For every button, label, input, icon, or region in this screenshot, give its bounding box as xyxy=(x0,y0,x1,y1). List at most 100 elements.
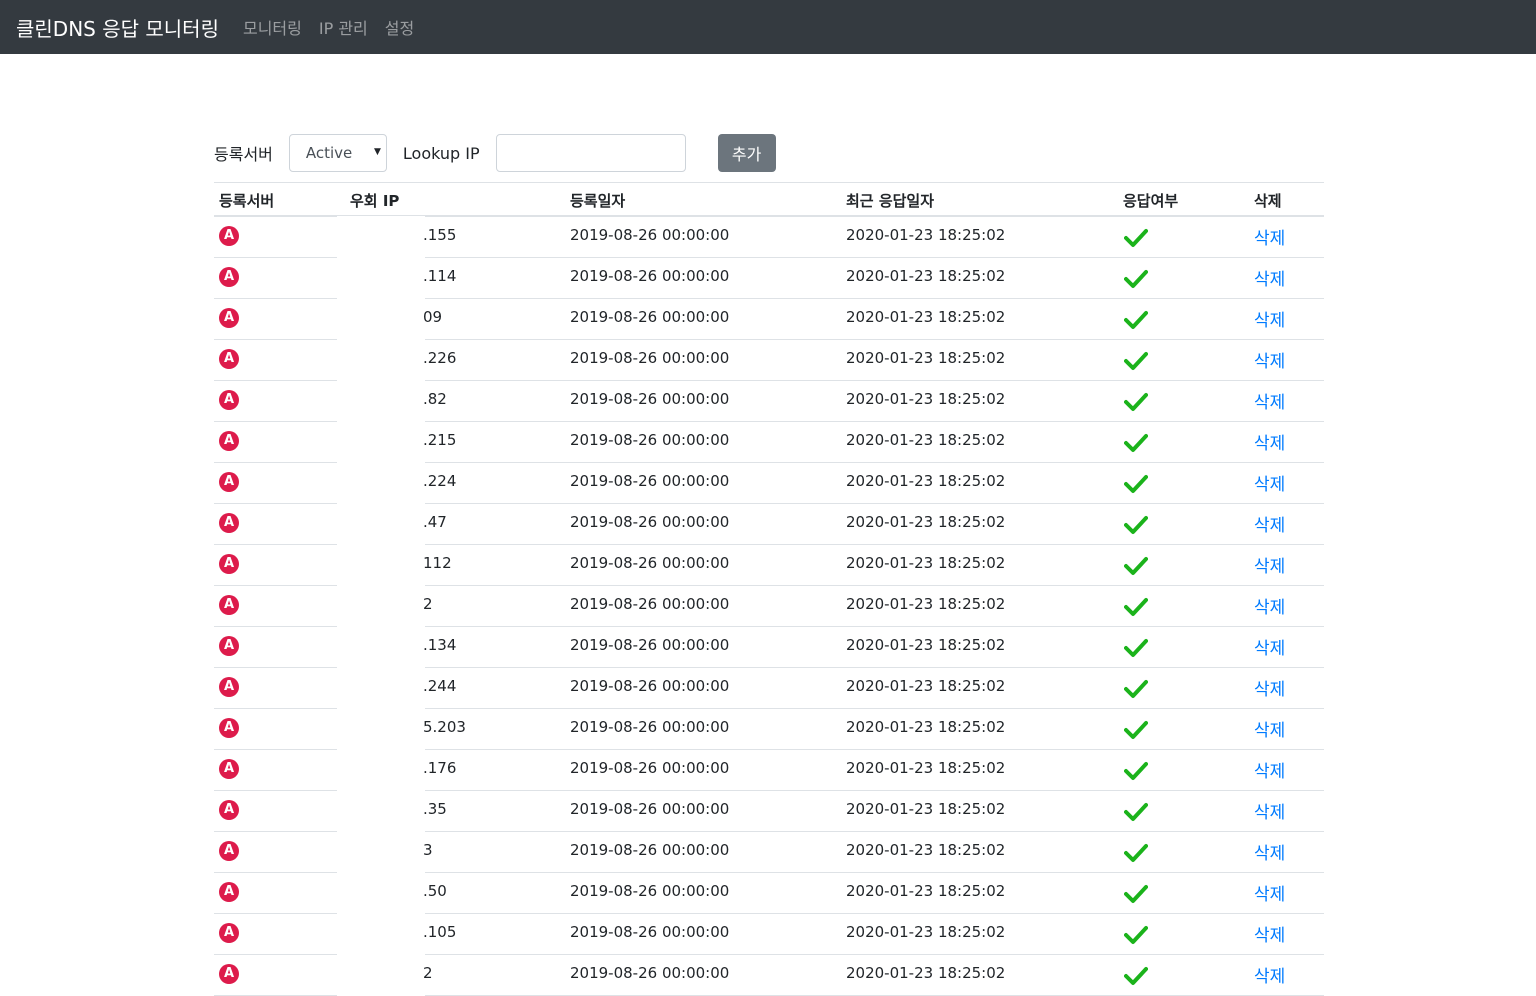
app-brand[interactable]: 클린DNS 응답 모니터링 xyxy=(16,13,219,42)
add-ip-form: 등록서버 Active ▼ Lookup IP 추가 xyxy=(214,134,776,172)
last-response-date-cell: 2020-01-23 18:25:02 xyxy=(846,267,1006,285)
server-badge-icon: A xyxy=(219,226,239,246)
check-icon xyxy=(1124,762,1148,780)
last-response-date-cell: 2020-01-23 18:25:02 xyxy=(846,636,1006,654)
redaction-mask xyxy=(337,380,425,422)
server-select[interactable]: Active ▼ xyxy=(288,134,387,172)
top-navbar: 클린DNS 응답 모니터링 모니터링 IP 관리 설정 xyxy=(0,0,1536,54)
last-response-date-cell: 2020-01-23 18:25:02 xyxy=(846,964,1006,982)
table-row: A .47 2019-08-26 00:00:00 2020-01-23 18:25:… xyxy=(214,503,1324,545)
nav-link-monitoring[interactable]: 모니터링 xyxy=(243,15,302,39)
redaction-mask xyxy=(337,872,425,914)
server-badge-icon: A xyxy=(219,718,239,738)
registered-date-cell: 2019-08-26 00:00:00 xyxy=(570,841,730,859)
last-response-date-cell: 2020-01-23 18:25:02 xyxy=(846,759,1006,777)
registered-date-cell: 2019-08-26 00:00:00 xyxy=(570,513,730,531)
table-row: A .224 2019-08-26 00:00:00 2020-01-23 18:25… xyxy=(214,462,1324,504)
bypass-ip-cell: .176 xyxy=(423,759,457,777)
bypass-ip-cell: 112 xyxy=(423,554,452,572)
bypass-ip-cell: .155 xyxy=(423,226,457,244)
check-icon xyxy=(1124,844,1148,862)
delete-link[interactable]: 삭제 xyxy=(1254,757,1285,782)
bypass-ip-cell: 2 xyxy=(423,964,433,982)
redaction-mask xyxy=(337,913,425,955)
delete-link[interactable]: 삭제 xyxy=(1254,634,1285,659)
bypass-ip-cell: .134 xyxy=(423,636,457,654)
table-row: A .35 2019-08-26 00:00:00 2020-01-23 18:25:… xyxy=(214,790,1324,832)
delete-link[interactable]: 삭제 xyxy=(1254,921,1285,946)
redaction-mask xyxy=(337,298,425,340)
registered-date-cell: 2019-08-26 00:00:00 xyxy=(570,923,730,941)
server-badge-icon: A xyxy=(219,759,239,779)
table-row: A 5.203 2019-08-26 00:00:00 2020-01-23 18:2… xyxy=(214,708,1324,750)
server-badge-icon: A xyxy=(219,513,239,533)
table-body: A .155 2019-08-26 00:00:00 2020-01-23 18:25… xyxy=(214,216,1324,996)
check-icon xyxy=(1124,639,1148,657)
registered-date-cell: 2019-08-26 00:00:00 xyxy=(570,554,730,572)
server-badge-icon: A xyxy=(219,923,239,943)
table-row: A 3 2019-08-26 00:00:00 2020-01-23 18:25:02… xyxy=(214,831,1324,873)
last-response-date-cell: 2020-01-23 18:25:02 xyxy=(846,513,1006,531)
check-icon xyxy=(1124,680,1148,698)
nav-link-ip-management[interactable]: IP 관리 xyxy=(319,15,368,39)
table-row: A .244 2019-08-26 00:00:00 2020-01-23 18:25… xyxy=(214,667,1324,709)
add-button[interactable]: 추가 xyxy=(717,134,776,172)
bypass-ip-cell: 5.203 xyxy=(423,718,466,736)
check-icon xyxy=(1124,311,1148,329)
check-icon xyxy=(1124,598,1148,616)
last-response-date-cell: 2020-01-23 18:25:02 xyxy=(846,677,1006,695)
redaction-mask xyxy=(337,790,425,832)
table-row: A .105 2019-08-26 00:00:00 2020-01-23 18:25… xyxy=(214,913,1324,955)
redaction-mask xyxy=(337,831,425,873)
delete-link[interactable]: 삭제 xyxy=(1254,511,1285,536)
table-header: 등록서버 우회 IP 등록일자 최근 응답일자 응답여부 삭제 xyxy=(214,183,1324,217)
table-row: A 112 2019-08-26 00:00:00 2020-01-23 18:25:… xyxy=(214,544,1324,586)
registered-date-cell: 2019-08-26 00:00:00 xyxy=(570,349,730,367)
registered-date-cell: 2019-08-26 00:00:00 xyxy=(570,390,730,408)
ip-table: 등록서버 우회 IP 등록일자 최근 응답일자 응답여부 삭제 A .155 201… xyxy=(214,182,1324,996)
registered-date-cell: 2019-08-26 00:00:00 xyxy=(570,718,730,736)
delete-link[interactable]: 삭제 xyxy=(1254,306,1285,331)
redaction-mask xyxy=(337,667,425,709)
server-badge-icon: A xyxy=(219,595,239,615)
bypass-ip-cell: .114 xyxy=(423,267,457,285)
bypass-ip-cell: 09 xyxy=(423,308,443,326)
delete-link[interactable]: 삭제 xyxy=(1254,552,1285,577)
bypass-ip-cell: .224 xyxy=(423,472,457,490)
check-icon xyxy=(1124,434,1148,452)
redaction-mask xyxy=(337,339,425,381)
last-response-date-cell: 2020-01-23 18:25:02 xyxy=(846,882,1006,900)
delete-link[interactable]: 삭제 xyxy=(1254,962,1285,987)
delete-link[interactable]: 삭제 xyxy=(1254,716,1285,741)
redaction-mask xyxy=(337,954,425,996)
registered-date-cell: 2019-08-26 00:00:00 xyxy=(570,800,730,818)
delete-link[interactable]: 삭제 xyxy=(1254,429,1285,454)
table-row: A .82 2019-08-26 00:00:00 2020-01-23 18:25:… xyxy=(214,380,1324,422)
lookup-ip-label: Lookup IP xyxy=(402,143,480,163)
delete-link[interactable]: 삭제 xyxy=(1254,347,1285,372)
registered-date-cell: 2019-08-26 00:00:00 xyxy=(570,267,730,285)
last-response-date-cell: 2020-01-23 18:25:02 xyxy=(846,718,1006,736)
delete-link[interactable]: 삭제 xyxy=(1254,839,1285,864)
lookup-ip-input[interactable] xyxy=(495,134,686,172)
delete-link[interactable]: 삭제 xyxy=(1254,593,1285,618)
bypass-ip-cell: .226 xyxy=(423,349,457,367)
delete-link[interactable]: 삭제 xyxy=(1254,675,1285,700)
delete-link[interactable]: 삭제 xyxy=(1254,224,1285,249)
last-response-date-cell: 2020-01-23 18:25:02 xyxy=(846,595,1006,613)
delete-link[interactable]: 삭제 xyxy=(1254,388,1285,413)
delete-link[interactable]: 삭제 xyxy=(1254,470,1285,495)
bypass-ip-cell: .105 xyxy=(423,923,457,941)
header-delete: 삭제 xyxy=(1254,192,1282,210)
table-row: A .226 2019-08-26 00:00:00 2020-01-23 18:25… xyxy=(214,339,1324,381)
check-icon xyxy=(1124,967,1148,985)
delete-link[interactable]: 삭제 xyxy=(1254,880,1285,905)
table-row: A .155 2019-08-26 00:00:00 2020-01-23 18:25… xyxy=(214,216,1324,258)
delete-link[interactable]: 삭제 xyxy=(1254,798,1285,823)
nav-link-settings[interactable]: 설정 xyxy=(385,15,414,39)
delete-link[interactable]: 삭제 xyxy=(1254,265,1285,290)
last-response-date-cell: 2020-01-23 18:25:02 xyxy=(846,923,1006,941)
last-response-date-cell: 2020-01-23 18:25:02 xyxy=(846,390,1006,408)
check-icon xyxy=(1124,475,1148,493)
server-badge-icon: A xyxy=(219,677,239,697)
